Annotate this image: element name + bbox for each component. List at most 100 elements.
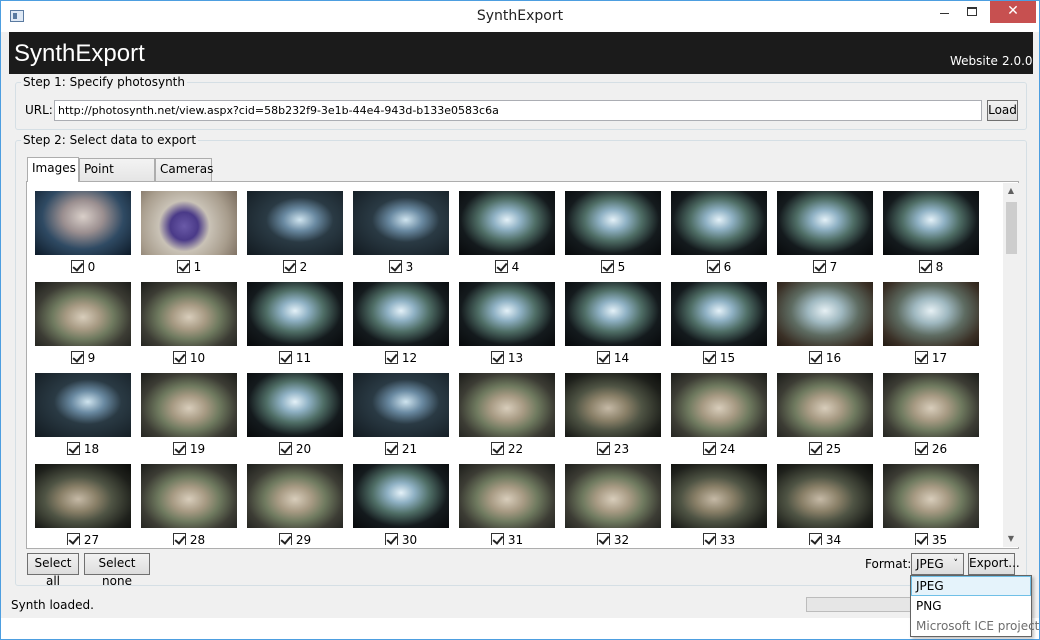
scroll-down-icon[interactable]: ▼ xyxy=(1003,531,1019,547)
thumbnail-image[interactable] xyxy=(247,191,343,255)
image-checkbox[interactable] xyxy=(66,533,80,545)
image-checkbox[interactable] xyxy=(278,533,292,545)
thumbnail-image[interactable] xyxy=(247,373,343,437)
thumbnail-image[interactable] xyxy=(459,282,555,346)
url-input[interactable]: http://photosynth.net/view.aspx?cid=58b2… xyxy=(54,100,982,121)
export-button[interactable]: Export... xyxy=(968,553,1020,575)
thumbnail-image[interactable] xyxy=(777,373,873,437)
thumbnail-image[interactable] xyxy=(353,282,449,346)
image-checkbox[interactable] xyxy=(808,533,822,545)
image-checkbox[interactable] xyxy=(706,260,720,273)
image-checkbox[interactable] xyxy=(278,351,292,364)
thumbnail-image[interactable] xyxy=(777,282,873,346)
image-checkbox[interactable] xyxy=(490,533,504,545)
image-checkbox[interactable] xyxy=(490,442,504,455)
vertical-scrollbar[interactable]: ▲ ▼ xyxy=(1003,183,1019,547)
thumbnail-image[interactable] xyxy=(883,191,979,255)
image-checkbox[interactable] xyxy=(808,442,822,455)
load-button[interactable]: Load xyxy=(987,100,1018,121)
thumbnail-image[interactable] xyxy=(353,191,449,255)
image-checkbox[interactable] xyxy=(596,351,610,364)
image-checkbox[interactable] xyxy=(278,442,292,455)
thumbnail-image[interactable] xyxy=(565,373,661,437)
image-checkbox[interactable] xyxy=(282,260,296,273)
chevron-down-icon: ˅ xyxy=(953,559,959,569)
thumbnail-image[interactable] xyxy=(565,191,661,255)
thumbnail-image[interactable] xyxy=(247,464,343,528)
image-checkbox[interactable] xyxy=(70,260,84,273)
thumbnail-grid: 0 1 2 3 4 5 6 7 8 9 10 11 12 13 14 15 16 17 18 19 20 21 22 23 24… xyxy=(35,191,995,545)
scroll-up-icon[interactable]: ▲ xyxy=(1003,183,1019,199)
thumbnail-image[interactable] xyxy=(883,282,979,346)
thumbnail-caption: 11 xyxy=(247,346,343,373)
thumbnail-image[interactable] xyxy=(353,464,449,528)
image-checkbox[interactable] xyxy=(596,442,610,455)
tab-images[interactable]: Images xyxy=(27,157,79,182)
scrollbar-thumb[interactable] xyxy=(1006,202,1017,254)
image-checkbox[interactable] xyxy=(600,260,614,273)
image-number-label: 29 xyxy=(295,533,312,545)
thumbnail-image[interactable] xyxy=(353,373,449,437)
thumbnail-image[interactable] xyxy=(777,191,873,255)
image-checkbox[interactable] xyxy=(914,351,928,364)
thumbnail-image[interactable] xyxy=(35,191,131,255)
thumbnail-image[interactable] xyxy=(671,191,767,255)
image-checkbox[interactable] xyxy=(812,260,826,273)
image-checkbox[interactable] xyxy=(596,533,610,545)
image-checkbox[interactable] xyxy=(66,442,80,455)
format-option-jpeg[interactable]: JPEG xyxy=(911,576,1031,596)
thumbnail-image[interactable] xyxy=(459,191,555,255)
format-select[interactable]: JPEG ˅ xyxy=(911,553,964,575)
thumbnail-image[interactable] xyxy=(565,464,661,528)
format-option-png[interactable]: PNG xyxy=(911,596,1031,616)
select-none-button[interactable]: Select none xyxy=(84,553,150,588)
image-checkbox[interactable] xyxy=(384,351,398,364)
image-checkbox[interactable] xyxy=(914,533,928,545)
image-checkbox[interactable] xyxy=(176,260,190,273)
thumbnail-image[interactable] xyxy=(35,373,131,437)
maximize-button[interactable] xyxy=(959,1,985,23)
thumbnail-image[interactable] xyxy=(459,464,555,528)
image-checkbox[interactable] xyxy=(384,442,398,455)
image-checkbox[interactable] xyxy=(388,260,402,273)
minimize-button[interactable] xyxy=(931,1,957,23)
tab-point-clouds[interactable]: Point clouds xyxy=(79,158,155,197)
image-checkbox[interactable] xyxy=(172,442,186,455)
thumbnail-image[interactable] xyxy=(35,464,131,528)
thumbnail-image[interactable] xyxy=(671,464,767,528)
image-number-label: 34 xyxy=(825,533,842,545)
website-link[interactable]: Website xyxy=(950,54,998,68)
tab-cameras[interactable]: Cameras xyxy=(155,158,213,181)
thumbnail-image[interactable] xyxy=(141,191,237,255)
thumbnail-image[interactable] xyxy=(141,464,237,528)
image-checkbox[interactable] xyxy=(490,351,504,364)
image-checkbox[interactable] xyxy=(808,351,822,364)
select-all-button[interactable]: Select all xyxy=(27,553,79,588)
image-checkbox[interactable] xyxy=(384,533,398,545)
image-checkbox[interactable] xyxy=(172,533,186,545)
thumbnail-image[interactable] xyxy=(565,282,661,346)
thumbnail-image[interactable] xyxy=(777,464,873,528)
image-checkbox[interactable] xyxy=(70,351,84,364)
image-number-label: 30 xyxy=(401,533,418,545)
image-checkbox[interactable] xyxy=(918,260,932,273)
thumbnail-image[interactable] xyxy=(459,373,555,437)
thumbnail-image[interactable] xyxy=(141,373,237,437)
thumbnail-image[interactable] xyxy=(141,282,237,346)
thumbnail-image[interactable] xyxy=(883,373,979,437)
thumbnail-image[interactable] xyxy=(883,464,979,528)
thumbnail-caption: 35 xyxy=(883,528,979,545)
thumbnail-image[interactable] xyxy=(247,282,343,346)
thumbnail-image[interactable] xyxy=(671,282,767,346)
image-checkbox[interactable] xyxy=(914,442,928,455)
image-checkbox[interactable] xyxy=(702,351,716,364)
close-button[interactable]: ✕ xyxy=(990,1,1036,23)
image-number-label: 2 xyxy=(299,260,308,274)
image-checkbox[interactable] xyxy=(494,260,508,273)
image-checkbox[interactable] xyxy=(702,442,716,455)
image-checkbox[interactable] xyxy=(702,533,716,545)
thumbnail-item: 27 xyxy=(35,464,131,545)
thumbnail-image[interactable] xyxy=(671,373,767,437)
image-checkbox[interactable] xyxy=(172,351,186,364)
thumbnail-image[interactable] xyxy=(35,282,131,346)
